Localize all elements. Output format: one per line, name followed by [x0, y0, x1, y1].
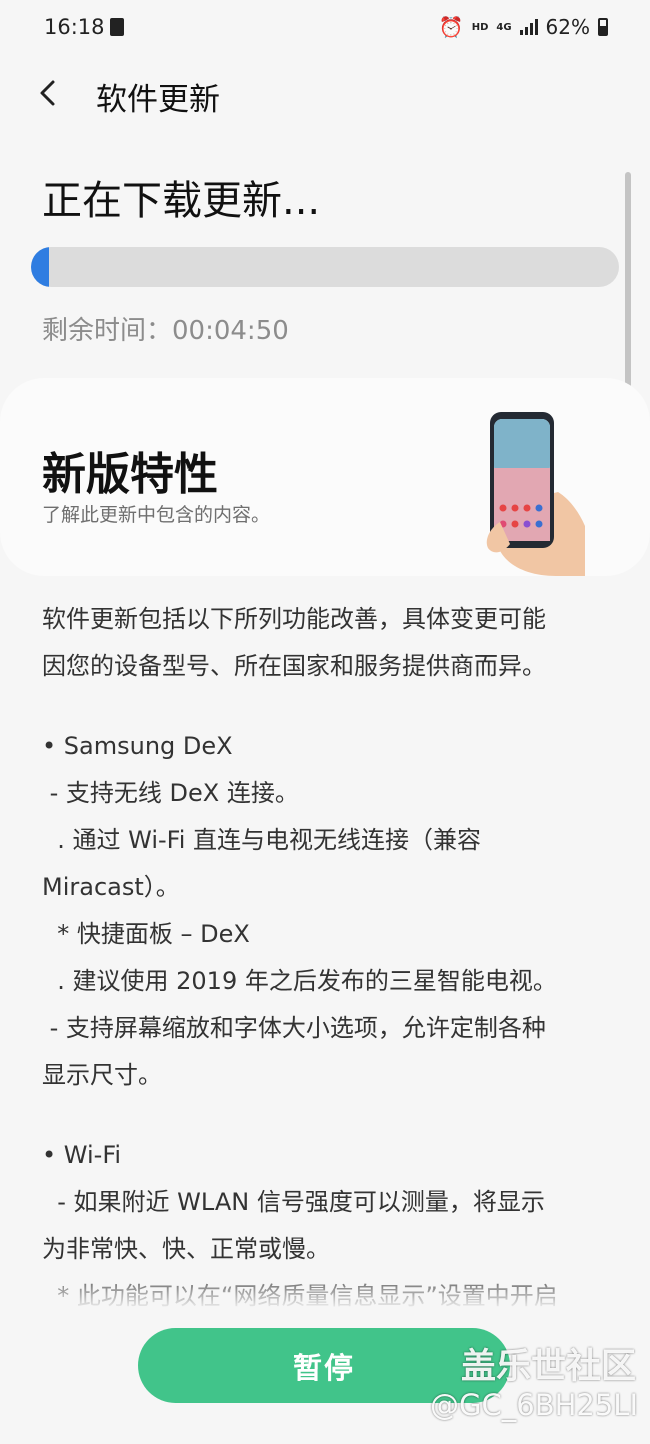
status-icons: ⏰ HD 4G 62%	[439, 15, 608, 39]
release-notes-line: - 支持屏幕缩放和字体大小选项，允许定制各种	[42, 1014, 546, 1042]
remaining-time: 剩余时间：00:04:50	[42, 316, 289, 346]
alarm-icon: ⏰	[438, 15, 464, 39]
watermark-community: 盖乐世社区	[460, 1347, 636, 1387]
release-notes-line: . 建议使用 2019 年之后发布的三星智能电视。	[42, 967, 557, 995]
release-notes-gap	[42, 690, 622, 723]
back-arrow-icon[interactable]	[34, 78, 64, 108]
whats-new-title: 新版特性	[42, 449, 218, 500]
phone-in-hand-illustration	[486, 412, 585, 576]
battery-icon	[598, 18, 608, 36]
sim-card-icon	[110, 18, 124, 36]
watermark-handle: @GC_6BH25LI	[430, 1388, 638, 1422]
release-notes-gap	[42, 1099, 622, 1132]
release-notes-line: • Wi-Fi	[42, 1141, 122, 1169]
status-time: 16:18	[44, 15, 105, 39]
release-notes: 软件更新包括以下所列功能改善，具体变更可能 因您的设备型号、所在国家和服务提供商而…	[42, 596, 622, 1320]
release-notes-line: Miracast）。	[42, 873, 180, 901]
release-notes-line: 软件更新包括以下所列功能改善，具体变更可能	[42, 605, 546, 633]
page-title: 软件更新	[96, 82, 220, 118]
release-notes-line: . 通过 Wi-Fi 直连与电视无线连接（兼容	[42, 826, 482, 854]
status-bar: 16:18 ⏰ HD 4G 62%	[0, 0, 650, 56]
scroll-fade	[0, 1268, 650, 1328]
release-notes-line: - 支持无线 DeX 连接。	[42, 779, 299, 807]
network-type: 4G	[496, 21, 512, 33]
release-notes-line: 因您的设备型号、所在国家和服务提供商而异。	[42, 652, 546, 680]
download-progress-fill	[31, 247, 49, 287]
signal-icon	[519, 19, 538, 35]
release-notes-line: • Samsung DeX	[42, 732, 233, 760]
release-notes-line: 为非常快、快、正常或慢。	[42, 1235, 330, 1263]
release-notes-line: - 如果附近 WLAN 信号强度可以测量，将显示	[42, 1188, 545, 1216]
download-status-title: 正在下载更新...	[42, 178, 321, 224]
whats-new-subtitle: 了解此更新中包含的内容。	[42, 504, 271, 526]
battery-percent: 62%	[545, 15, 590, 39]
hd-indicator: HD	[471, 21, 489, 33]
release-notes-line: 显示尺寸。	[42, 1061, 162, 1089]
download-progress-bar	[31, 247, 619, 287]
release-notes-line: * 快捷面板 – DeX	[42, 920, 250, 948]
